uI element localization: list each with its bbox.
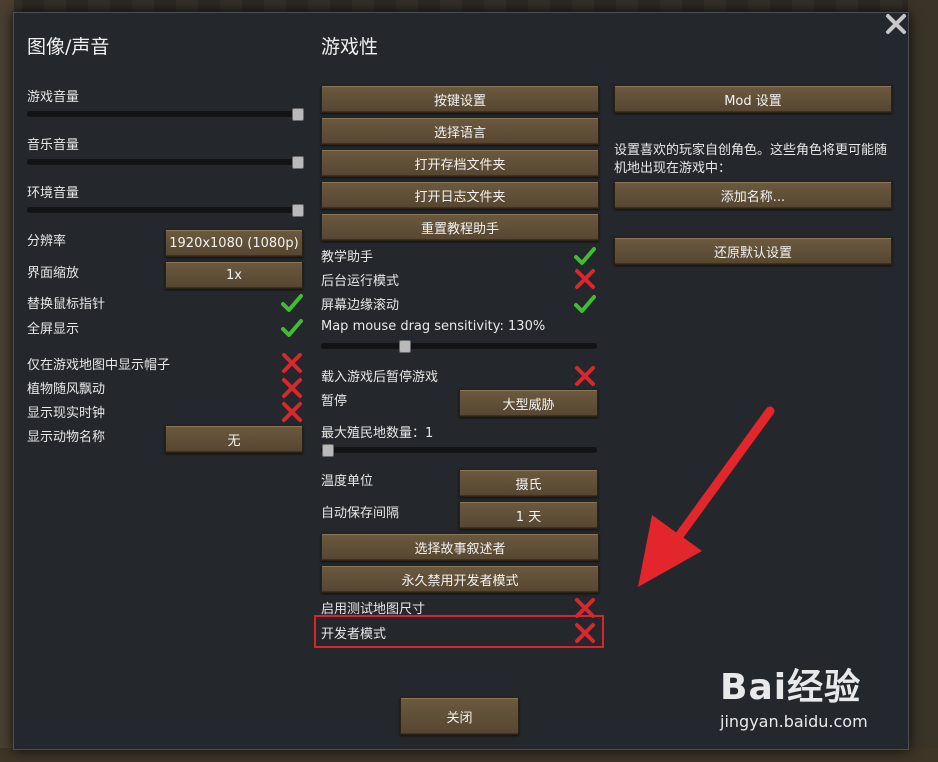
dev-mode-highlight-box — [314, 615, 604, 648]
close-x-icon[interactable] — [884, 12, 908, 36]
slider-track — [27, 159, 302, 165]
resolution-label: 分辨率 — [27, 234, 67, 249]
slider-knob[interactable] — [292, 156, 304, 169]
section-title-gameplay: 游戏性 — [321, 36, 379, 58]
game-volume-label: 游戏音量 — [27, 90, 80, 105]
autosave-dropdown[interactable]: 1 天 — [459, 501, 598, 529]
pause-on-load-label: 载入游戏后暂停游戏 — [321, 370, 439, 385]
names-info-text: 设置喜欢的玩家自创角色。这些角色将更可能随机地出现在游戏中： — [614, 143, 888, 176]
background-left-edge — [0, 0, 14, 762]
storyteller-button[interactable]: 选择故事叙述者 — [321, 533, 599, 561]
resolution-dropdown[interactable]: 1920x1080 (1080p) — [165, 229, 303, 257]
mod-settings-button[interactable]: Mod 设置 — [614, 85, 892, 113]
slider-knob[interactable] — [292, 204, 304, 217]
plant-sway-label: 植物随风飘动 — [27, 382, 106, 397]
hats-only-on-map-label: 仅在游戏地图中显示帽子 — [27, 358, 171, 373]
tutor-check-icon[interactable] — [574, 245, 596, 267]
slider-track — [321, 447, 597, 453]
run-in-background-cross-icon[interactable] — [574, 268, 596, 290]
background-bottom-edge — [0, 748, 938, 762]
ambient-volume-slider[interactable] — [27, 204, 304, 217]
edge-scroll-label: 屏幕边缘滚动 — [321, 298, 400, 313]
slider-track — [27, 111, 302, 117]
background-right-edge — [908, 0, 938, 762]
pause-dropdown[interactable]: 大型威胁 — [459, 389, 598, 417]
max-colonies-label: 最大殖民地数量：1 — [321, 426, 434, 441]
open-save-folder-button[interactable]: 打开存档文件夹 — [321, 149, 599, 177]
fullscreen-label: 全屏显示 — [27, 322, 80, 337]
open-log-folder-button[interactable]: 打开日志文件夹 — [321, 181, 599, 209]
ui-scale-label: 界面缩放 — [27, 266, 80, 281]
music-volume-label: 音乐音量 — [27, 138, 80, 153]
ambient-volume-label: 环境音量 — [27, 186, 80, 201]
slider-knob[interactable] — [322, 444, 334, 457]
temp-unit-dropdown[interactable]: 摄氏 — [459, 469, 598, 497]
keybinds-button[interactable]: 按键设置 — [321, 85, 599, 113]
animal-names-dropdown[interactable]: 无 — [165, 425, 303, 453]
slider-track — [27, 207, 302, 213]
reset-tutor-button[interactable]: 重置教程助手 — [321, 213, 599, 241]
pause-on-load-cross-icon[interactable] — [574, 365, 596, 387]
drag-sensitivity-label: Map mouse drag sensitivity: 130% — [321, 319, 546, 334]
autosave-label: 自动保存间隔 — [321, 506, 400, 521]
annotation-arrow-icon — [638, 406, 775, 587]
custom-cursor-check-icon[interactable] — [281, 292, 303, 314]
watermark-sub-text: jingyan.baidu.com — [720, 712, 868, 731]
temp-unit-label: 温度单位 — [321, 474, 374, 489]
fullscreen-check-icon[interactable] — [281, 317, 303, 339]
drag-sensitivity-slider[interactable] — [321, 340, 597, 353]
section-title-graphics-sound: 图像/声音 — [27, 36, 110, 58]
plant-sway-cross-icon[interactable] — [281, 377, 303, 399]
language-button[interactable]: 选择语言 — [321, 117, 599, 145]
real-clock-cross-icon[interactable] — [281, 401, 303, 423]
add-name-button[interactable]: 添加名称... — [614, 181, 892, 209]
max-colonies-slider[interactable] — [321, 444, 597, 457]
hats-only-on-map-cross-icon[interactable] — [281, 352, 303, 374]
tutor-label: 教学助手 — [321, 250, 374, 265]
custom-cursor-label: 替换鼠标指针 — [27, 297, 106, 312]
music-volume-slider[interactable] — [27, 156, 304, 169]
animal-names-label: 显示动物名称 — [27, 430, 106, 445]
game-volume-slider[interactable] — [27, 108, 304, 121]
restore-defaults-button[interactable]: 还原默认设置 — [614, 237, 892, 265]
close-button[interactable]: 关闭 — [400, 697, 519, 735]
real-clock-label: 显示现实时钟 — [27, 406, 106, 421]
watermark-main-text: Bai经验 — [720, 667, 862, 708]
edge-scroll-check-icon[interactable] — [574, 293, 596, 315]
slider-track — [321, 343, 597, 349]
baidu-watermark: Bai经验 jingyan.baidu.com — [720, 658, 900, 738]
disable-dev-mode-button[interactable]: 永久禁用开发者模式 — [321, 565, 599, 593]
slider-knob[interactable] — [292, 108, 304, 121]
run-in-background-label: 后台运行模式 — [321, 274, 400, 289]
slider-knob[interactable] — [399, 340, 411, 353]
pause-label: 暂停 — [321, 394, 348, 409]
ui-scale-dropdown[interactable]: 1x — [165, 261, 303, 289]
